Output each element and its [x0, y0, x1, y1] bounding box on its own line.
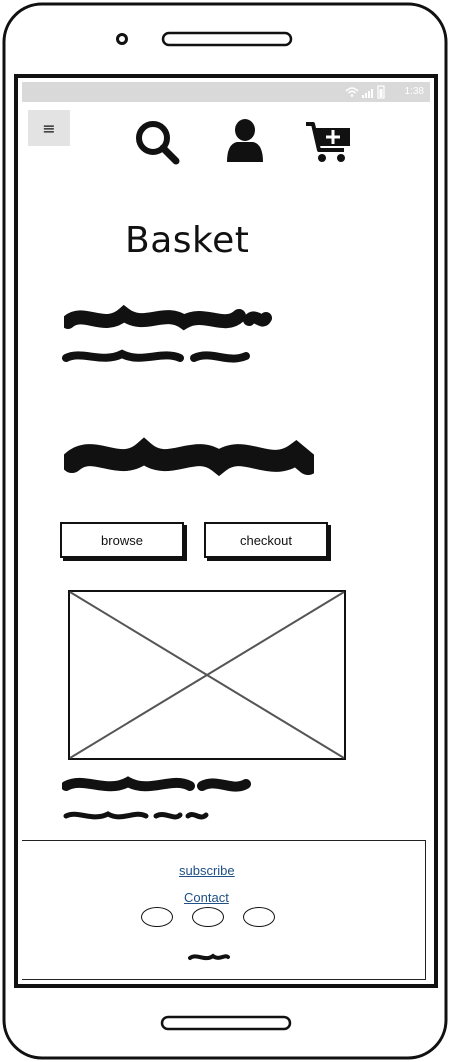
scribble-copyright — [188, 953, 230, 961]
scribble-heading — [64, 437, 314, 477]
browse-button[interactable]: browse — [60, 522, 184, 558]
scribble-text-line — [62, 349, 250, 363]
image-placeholder — [68, 590, 346, 760]
checkout-button[interactable]: checkout — [204, 522, 328, 558]
social-icon[interactable] — [192, 907, 224, 927]
scribble-caption — [62, 776, 251, 792]
footer: subscribe Contact — [22, 840, 426, 980]
add-to-cart-icon[interactable] — [304, 120, 354, 166]
social-icon[interactable] — [141, 907, 173, 927]
status-bar: 1:38 — [22, 82, 430, 102]
social-icon[interactable] — [243, 907, 275, 927]
hamburger-icon: ≡ — [42, 118, 56, 138]
page-title: Basket — [125, 220, 250, 261]
menu-button[interactable]: ≡ — [28, 110, 70, 146]
status-time: 1:38 — [404, 86, 424, 97]
subscribe-link[interactable]: subscribe — [179, 863, 235, 878]
user-icon[interactable] — [225, 118, 267, 164]
search-icon[interactable] — [132, 118, 182, 168]
screen: 1:38 ≡ Basket browse checkout subscribe … — [22, 82, 430, 982]
scribble-caption-small — [63, 811, 209, 820]
contact-link[interactable]: Contact — [184, 890, 229, 905]
scribble-text-line — [64, 304, 272, 331]
status-icons — [345, 85, 385, 99]
